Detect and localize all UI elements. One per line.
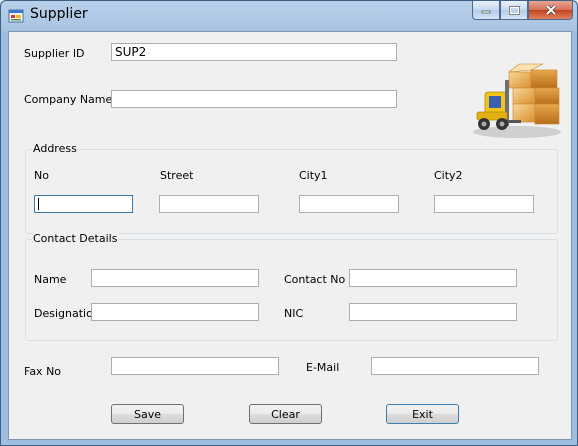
window-controls: [472, 1, 573, 20]
designation-label: Designation: [34, 307, 100, 320]
city1-field[interactable]: [299, 195, 399, 213]
street-field[interactable]: [159, 195, 259, 213]
contact-details-group: Contact Details: [25, 232, 558, 341]
street-label: Street: [160, 169, 194, 182]
close-icon: [545, 5, 556, 15]
clear-button[interactable]: Clear: [249, 404, 322, 424]
contact-no-label: Contact No: [284, 273, 346, 286]
designation-field[interactable]: [91, 303, 259, 321]
contact-name-label: Name: [34, 273, 67, 286]
company-name-label: Company Name: [24, 93, 113, 106]
company-name-field[interactable]: [111, 90, 397, 108]
contact-details-group-title: Contact Details: [32, 232, 119, 245]
supplier-window: Supplier Supplier ID SUP2 Company Name A…: [0, 0, 578, 446]
supplier-id-label: Supplier ID: [24, 47, 85, 60]
supplier-id-value: SUP2: [115, 45, 147, 59]
save-button[interactable]: Save: [111, 404, 184, 424]
city1-label: City1: [299, 169, 328, 182]
contact-no-field[interactable]: [349, 269, 517, 287]
city2-label: City2: [434, 169, 463, 182]
maximize-button[interactable]: [500, 1, 528, 20]
exit-button[interactable]: Exit: [386, 404, 459, 424]
fax-no-field[interactable]: [111, 357, 279, 375]
forklift-boxes-icon: [473, 63, 561, 138]
fax-no-label: Fax No: [24, 365, 62, 378]
close-button[interactable]: [528, 1, 573, 20]
address-no-field[interactable]: [34, 195, 133, 213]
address-no-label: No: [34, 169, 49, 182]
app-form-icon: [8, 9, 24, 23]
maximize-icon: [508, 5, 520, 15]
nic-field[interactable]: [349, 303, 517, 321]
title-bar[interactable]: Supplier: [1, 1, 577, 31]
address-group: Address: [25, 142, 558, 234]
email-field[interactable]: [371, 357, 539, 375]
window-title: Supplier: [30, 6, 88, 22]
address-group-title: Address: [32, 142, 78, 155]
minimize-button[interactable]: [472, 1, 500, 20]
contact-name-field[interactable]: [91, 269, 259, 287]
nic-label: NIC: [284, 307, 304, 320]
form-client-area: Supplier ID SUP2 Company Name Address No…: [8, 31, 572, 440]
email-label: E-Mail: [306, 361, 340, 374]
supplier-id-field[interactable]: SUP2: [111, 43, 397, 61]
text-caret: [38, 198, 39, 210]
city2-field[interactable]: [434, 195, 534, 213]
minimize-icon: [481, 10, 491, 14]
